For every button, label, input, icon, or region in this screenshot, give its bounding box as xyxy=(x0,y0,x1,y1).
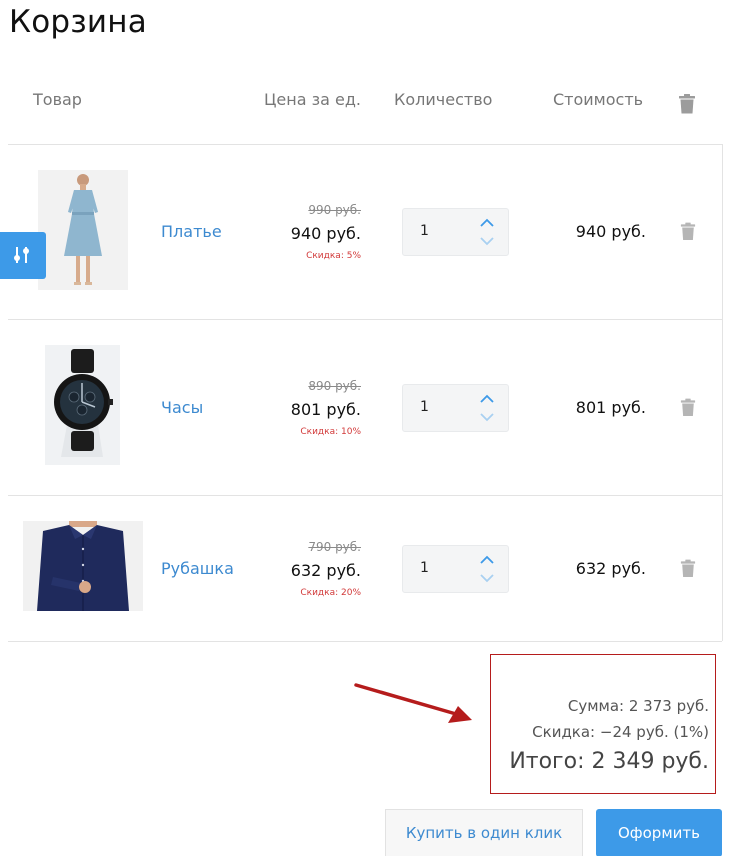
quantity-decrease-button[interactable] xyxy=(477,409,497,425)
subtotal: Сумма: 2 373 руб. xyxy=(567,697,709,715)
discount-label: Скидка: 20% xyxy=(300,588,361,598)
product-link-watch[interactable]: Часы xyxy=(161,398,203,417)
quantity-increase-button[interactable] xyxy=(477,215,497,231)
product-link-shirt[interactable]: Рубашка xyxy=(161,559,234,578)
checkout-button[interactable]: Оформить xyxy=(596,809,722,856)
quantity-value[interactable]: 1 xyxy=(420,223,429,239)
unit-price: 632 руб. xyxy=(290,561,361,580)
clear-cart-button[interactable] xyxy=(678,94,696,118)
remove-item-button[interactable] xyxy=(680,559,696,582)
product-image-shirt[interactable] xyxy=(23,521,143,611)
trash-icon xyxy=(680,222,696,240)
grand-total: Итого: 2 349 руб. xyxy=(509,749,709,774)
discount-total: Скидка: −24 руб. (1%) xyxy=(532,723,709,741)
remove-item-button[interactable] xyxy=(680,398,696,421)
product-link-dress[interactable]: Платье xyxy=(161,222,222,241)
unit-price: 801 руб. xyxy=(290,400,361,419)
header-quantity: Количество xyxy=(394,90,493,109)
chevron-down-icon xyxy=(480,413,494,422)
old-price: 790 руб. xyxy=(308,540,361,554)
quantity-value[interactable]: 1 xyxy=(420,560,429,576)
quantity-increase-button[interactable] xyxy=(477,391,497,407)
cart-row-watch: Часы 890 руб. 801 руб. Скидка: 10% 1 801… xyxy=(8,320,722,496)
trash-icon xyxy=(680,398,696,416)
quantity-decrease-button[interactable] xyxy=(477,570,497,586)
product-image-watch[interactable] xyxy=(45,345,120,465)
header-cost: Стоимость xyxy=(553,90,644,109)
table-border xyxy=(722,144,723,641)
chevron-down-icon xyxy=(480,237,494,246)
cart-row-shirt: Рубашка 790 руб. 632 руб. Скидка: 20% 1 … xyxy=(8,496,722,672)
discount-label: Скидка: 10% xyxy=(300,427,361,437)
line-cost: 632 руб. xyxy=(575,559,646,578)
old-price: 990 руб. xyxy=(308,203,361,217)
quantity-stepper[interactable]: 1 xyxy=(402,384,509,432)
quantity-value[interactable]: 1 xyxy=(420,399,429,415)
quantity-stepper[interactable]: 1 xyxy=(402,208,509,256)
chevron-up-icon xyxy=(480,394,494,403)
buy-one-click-button[interactable]: Купить в один клик xyxy=(385,809,583,856)
line-cost: 940 руб. xyxy=(575,222,646,241)
unit-price: 940 руб. xyxy=(290,224,361,243)
trash-icon xyxy=(679,94,695,114)
discount-label: Скидка: 5% xyxy=(306,251,361,261)
header-product: Товар xyxy=(33,90,82,109)
page-title: Корзина xyxy=(9,4,147,40)
quantity-decrease-button[interactable] xyxy=(477,233,497,249)
line-cost: 801 руб. xyxy=(575,398,646,417)
annotation-arrow xyxy=(354,683,472,723)
quantity-increase-button[interactable] xyxy=(477,552,497,568)
trash-icon xyxy=(680,559,696,577)
cart-row-dress: Платье 990 руб. 940 руб. Скидка: 5% 1 94… xyxy=(8,144,722,320)
chevron-down-icon xyxy=(480,574,494,583)
side-panel-toggle[interactable] xyxy=(0,232,46,279)
remove-item-button[interactable] xyxy=(680,222,696,245)
order-summary: Сумма: 2 373 руб. Скидка: −24 руб. (1%) … xyxy=(490,654,716,794)
old-price: 890 руб. xyxy=(308,379,361,393)
header-unit-price: Цена за ед. xyxy=(264,90,362,109)
chevron-up-icon xyxy=(480,555,494,564)
quantity-stepper[interactable]: 1 xyxy=(402,545,509,593)
product-image-dress[interactable] xyxy=(38,170,128,290)
sliders-icon xyxy=(14,247,29,263)
chevron-up-icon xyxy=(480,218,494,227)
